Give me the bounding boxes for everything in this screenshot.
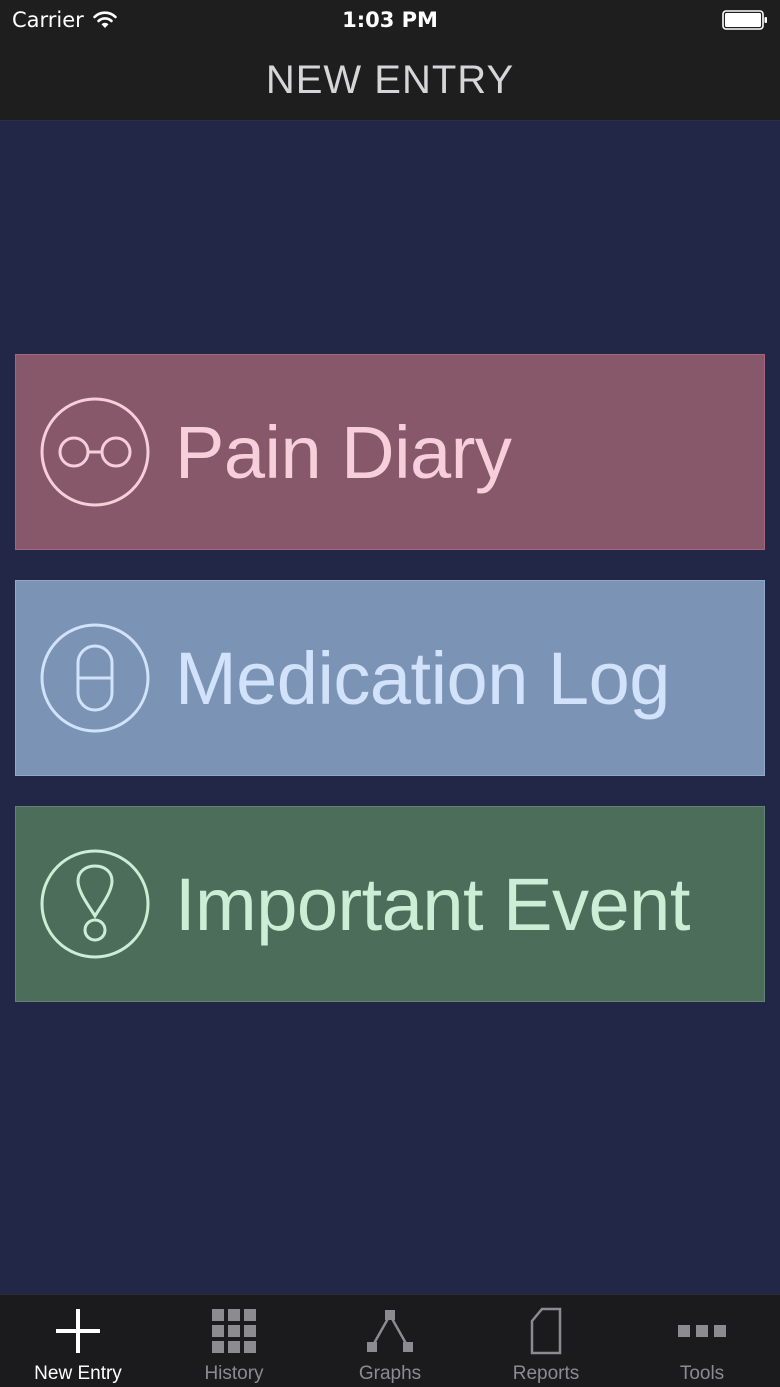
important-event-button[interactable]: Important Event — [15, 806, 765, 1002]
pain-diary-button[interactable]: Pain Diary — [15, 354, 765, 550]
grid-icon — [212, 1309, 256, 1353]
tab-label: History — [204, 1363, 264, 1384]
tab-new-entry[interactable]: New Entry — [0, 1295, 156, 1387]
document-icon — [530, 1307, 562, 1355]
status-bar: Carrier 1:03 PM — [0, 0, 780, 40]
more-icon — [678, 1325, 726, 1337]
pain-diary-label: Pain Diary — [175, 410, 512, 494]
tab-bar: New Entry History Graphs Reports Tools — [0, 1294, 780, 1387]
tab-label: Graphs — [358, 1363, 422, 1384]
tab-tools[interactable]: Tools — [624, 1295, 780, 1387]
tab-history[interactable]: History — [156, 1295, 312, 1387]
graph-icon — [367, 1310, 413, 1352]
status-time: 1:03 PM — [342, 8, 438, 32]
medication-log-button[interactable]: Medication Log — [15, 580, 765, 776]
tab-label: New Entry — [34, 1363, 122, 1384]
tab-label: Reports — [512, 1363, 580, 1384]
app-screen: Carrier 1:03 PM NEW ENTRY Pain Diary Med… — [0, 0, 780, 1387]
header: Carrier 1:03 PM NEW ENTRY — [0, 0, 780, 121]
important-event-label: Important Event — [175, 862, 690, 946]
pill-icon — [40, 623, 150, 733]
plus-icon — [56, 1309, 100, 1353]
exclamation-icon — [40, 849, 150, 959]
tab-graphs[interactable]: Graphs — [312, 1295, 468, 1387]
battery-icon — [722, 10, 767, 30]
medication-log-label: Medication Log — [175, 636, 670, 720]
page-title: NEW ENTRY — [265, 58, 515, 102]
tab-reports[interactable]: Reports — [468, 1295, 624, 1387]
glasses-icon — [40, 397, 150, 507]
tab-label: Tools — [679, 1363, 725, 1384]
